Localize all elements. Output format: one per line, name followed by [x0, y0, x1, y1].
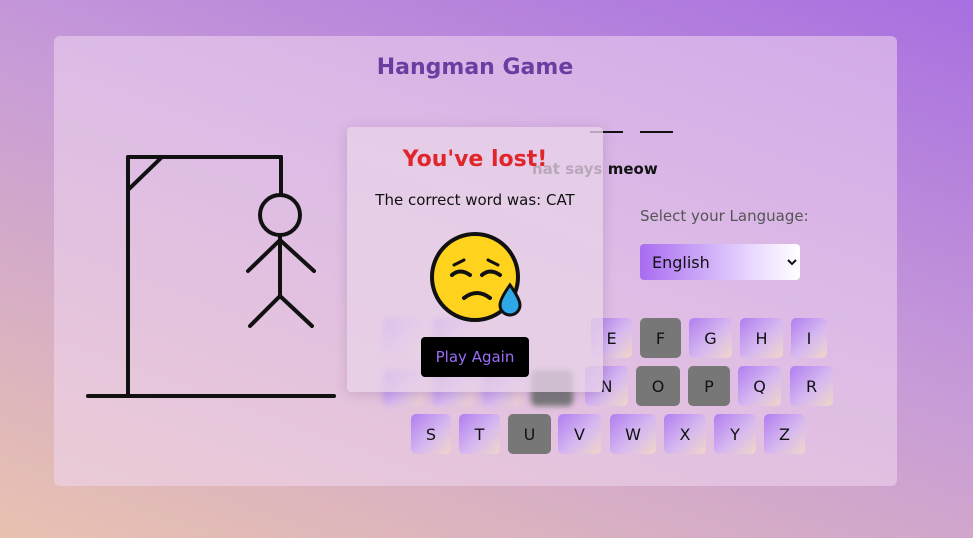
- play-again-button[interactable]: Play Again: [421, 337, 529, 377]
- popup-message: The correct word was: CAT: [375, 191, 575, 209]
- letter-key-u[interactable]: U: [508, 414, 551, 454]
- sad-face-with-sweat-icon: [430, 232, 522, 322]
- letter-key-p[interactable]: P: [688, 366, 730, 406]
- page-title: Hangman Game: [376, 55, 574, 80]
- letter-blank: [640, 131, 673, 133]
- letter-key-i[interactable]: I: [791, 318, 827, 358]
- letter-key-h[interactable]: H: [740, 318, 783, 358]
- hangman-right-leg: [278, 294, 314, 328]
- letter-key-g[interactable]: G: [689, 318, 732, 358]
- popup-title: You've lost!: [402, 147, 548, 172]
- letter-key-o[interactable]: O: [636, 366, 680, 406]
- letter-key-v[interactable]: V: [558, 414, 601, 454]
- letter-key-t[interactable]: T: [459, 414, 500, 454]
- hangman-left-leg: [248, 294, 282, 328]
- letter-key-x[interactable]: X: [664, 414, 706, 454]
- letter-key-z[interactable]: Z: [764, 414, 805, 454]
- letter-key-y[interactable]: Y: [714, 414, 756, 454]
- letter-key-w[interactable]: W: [610, 414, 656, 454]
- letter-key-f[interactable]: F: [640, 318, 681, 358]
- hangman-left-arm: [246, 238, 282, 273]
- language-select[interactable]: English: [640, 244, 800, 280]
- gallows-brace: [126, 155, 164, 192]
- hangman-drawing: [86, 155, 336, 398]
- hangman-right-arm: [278, 238, 316, 273]
- language-label: Select your Language:: [640, 207, 809, 225]
- letter-key-q[interactable]: Q: [738, 366, 781, 406]
- letter-key-r[interactable]: R: [790, 366, 833, 406]
- result-popup: You've lost! The correct word was: CAT P…: [347, 127, 603, 392]
- letter-key-s[interactable]: S: [411, 414, 451, 454]
- hangman-head: [258, 193, 302, 237]
